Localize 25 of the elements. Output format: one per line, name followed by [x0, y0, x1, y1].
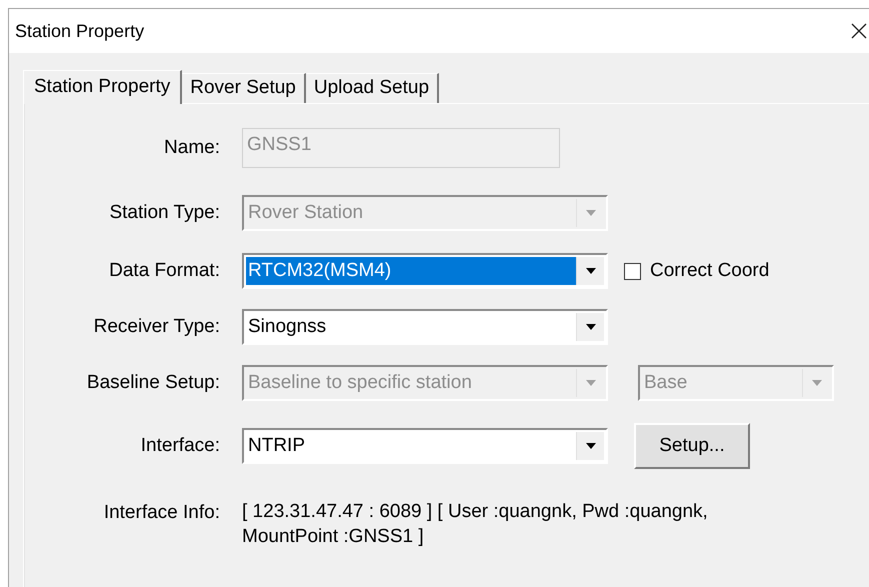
field-label: Name: — [163, 136, 220, 160]
tab[interactable]: Upload Setup — [306, 73, 440, 103]
checkbox[interactable] — [624, 262, 641, 280]
dropdown-arrow-icon — [586, 324, 596, 330]
checkbox-label: Correct Coord — [650, 258, 770, 283]
dropdown[interactable]: Sinognss — [242, 309, 608, 345]
dropdown-arrow-icon — [586, 210, 596, 216]
field-label: Interface Info: — [102, 501, 220, 525]
dropdown[interactable]: NTRIP — [242, 428, 608, 464]
field-label: Data Format: — [108, 258, 220, 283]
window-title: Station Property — [15, 20, 144, 43]
dropdown-arrow-icon — [586, 268, 596, 274]
dropdown-arrow-icon — [586, 380, 596, 386]
tab[interactable]: Station Property — [23, 70, 182, 104]
field-label: Baseline Setup: — [86, 370, 220, 395]
dropdown[interactable]: RTCM32(MSM4) — [242, 253, 608, 289]
setup-button[interactable]: Setup... — [634, 423, 750, 469]
tab[interactable]: Rover Setup — [182, 73, 306, 103]
dropdown-arrow-icon — [586, 443, 596, 449]
close-icon[interactable] — [851, 23, 867, 39]
field-label: Station Type: — [108, 200, 220, 225]
dropdown-arrow-icon — [812, 380, 822, 386]
field-label: Receiver Type: — [92, 314, 220, 339]
interface-info-text: [ 123.31.47.47 : 6089 ] [ User :quangnk, Pwd :quangnk, MountPoint :GNSS1 ] — [242, 500, 709, 549]
field-label: Interface: — [140, 434, 220, 458]
